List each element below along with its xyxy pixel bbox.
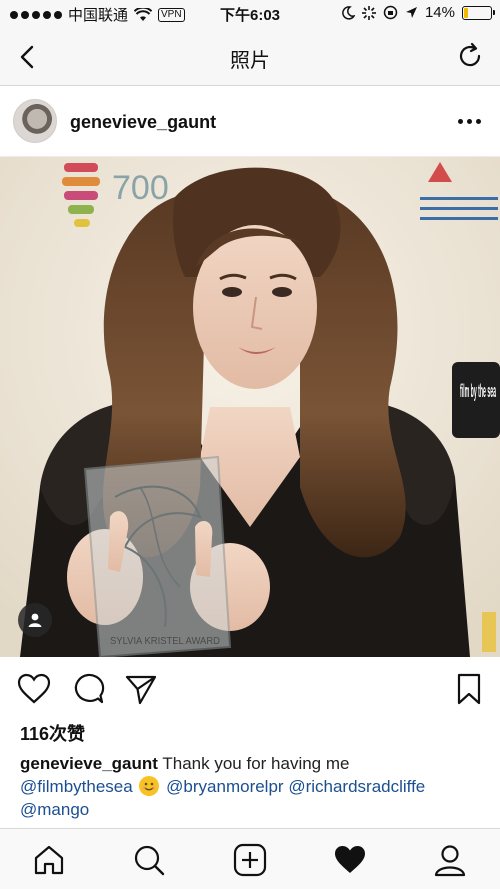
award-text: SYLVIA KRISTEL AWARD	[110, 636, 220, 647]
post-actions	[0, 670, 500, 710]
backdrop-logo: film by the sea	[460, 381, 496, 401]
bottom-tab-bar	[0, 828, 500, 889]
refresh-icon[interactable]	[456, 42, 484, 70]
backdrop-number: 700	[112, 169, 169, 207]
photo-illustration: 700 film by the sea SYLVIA KRISTEL AWARD	[0, 157, 500, 657]
page-title: 照片	[230, 50, 270, 72]
status-bar: 中国联通 VPN 下午6:03 14%	[0, 0, 500, 28]
mention-link[interactable]: @mango	[20, 800, 89, 819]
profile-icon[interactable]	[433, 843, 467, 877]
heart-icon[interactable]	[17, 672, 51, 706]
navigation-bar: 照片	[0, 28, 500, 86]
caption-text: Thank you for having me	[162, 754, 350, 773]
battery-percent: 14%	[424, 4, 455, 21]
search-icon[interactable]	[132, 843, 166, 877]
add-icon[interactable]	[233, 843, 267, 877]
comment-icon[interactable]	[71, 672, 105, 706]
mention-link[interactable]: @richardsradcliffe	[288, 777, 425, 796]
post-header: genevieve_gaunt	[0, 87, 500, 157]
home-icon[interactable]	[32, 843, 66, 877]
person-icon	[28, 613, 42, 627]
send-icon[interactable]	[124, 672, 158, 706]
moon-icon	[342, 5, 355, 20]
mention-link[interactable]: @filmbythesea	[20, 777, 133, 796]
like-count[interactable]: 116次赞	[20, 720, 85, 746]
smiling-face-emoji-icon	[139, 776, 160, 796]
rotation-lock-icon	[383, 5, 398, 20]
location-icon	[405, 7, 417, 18]
post-username[interactable]: genevieve_gaunt	[70, 112, 216, 133]
caption-username[interactable]: genevieve_gaunt	[20, 754, 158, 773]
bookmark-icon[interactable]	[452, 672, 486, 706]
activity-heart-icon[interactable]	[333, 843, 367, 877]
battery-icon	[462, 5, 495, 20]
post-caption: genevieve_gaunt Thank you for having me …	[20, 752, 490, 821]
loading-icon	[361, 5, 376, 20]
more-options-icon[interactable]	[458, 113, 482, 129]
mention-link[interactable]: @bryanmorelpr	[166, 777, 283, 796]
post-photo[interactable]: 700 film by the sea SYLVIA KRISTEL AWARD	[0, 157, 500, 657]
tagged-people-button[interactable]	[18, 603, 52, 637]
avatar[interactable]	[13, 99, 57, 143]
